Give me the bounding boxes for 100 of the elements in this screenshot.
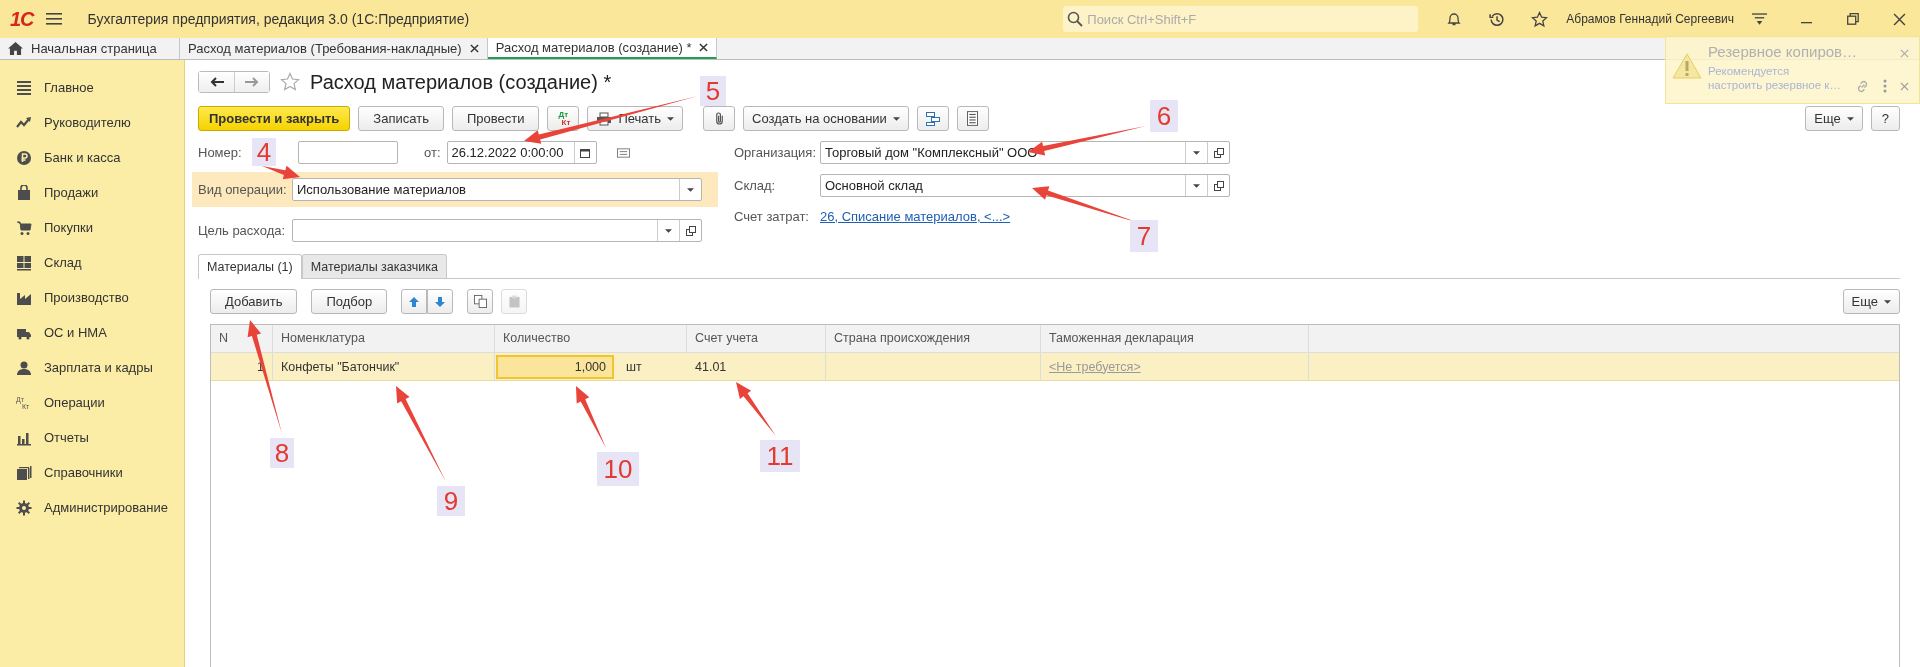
annotation-number: 5 <box>700 76 726 106</box>
move-down-button[interactable] <box>427 289 454 314</box>
field-label: Номер: <box>198 145 243 160</box>
star-icon[interactable] <box>1531 10 1549 28</box>
open-window-icon <box>685 225 696 236</box>
more-vertical-icon[interactable] <box>1883 79 1887 93</box>
caret-icon <box>1846 116 1854 121</box>
tab[interactable]: Начальная страница <box>0 38 180 59</box>
annotation-number: 11 <box>760 440 800 472</box>
sidebar-item[interactable]: Справочники <box>0 455 184 490</box>
field-label: Вид операции: <box>198 182 286 197</box>
cart-icon <box>16 219 32 236</box>
open-window-icon <box>1213 147 1224 158</box>
calendar-icon <box>580 147 590 158</box>
table-cell: Конфеты "Батончик" <box>273 353 495 380</box>
account-link[interactable]: 26, Списание материалов, <...> <box>820 208 1011 224</box>
combo-field[interactable] <box>292 219 702 242</box>
arrow <box>576 386 606 448</box>
annotation-number: 10 <box>597 452 639 486</box>
table-row[interactable]: 1 Конфеты "Батончик" 1,000 шт 41.01 <Не требуется> <box>211 353 1899 381</box>
back-arrow-icon[interactable] <box>209 77 224 87</box>
star-icon[interactable] <box>280 72 300 92</box>
date-field[interactable]: 26.12.2022 0:00:00 <box>446 141 597 164</box>
sidebar-item[interactable]: Зарплата и кадры <box>0 350 184 385</box>
warning-icon <box>1672 53 1702 79</box>
sidebar-item[interactable]: Главное <box>0 70 184 105</box>
tab[interactable]: Расход материалов (создание) * <box>487 38 718 59</box>
close-icon[interactable] <box>699 43 709 52</box>
primary-button[interactable]: Провести и закрыть <box>198 106 351 131</box>
close-icon[interactable] <box>469 44 479 53</box>
user-name[interactable]: Абрамов Геннадий Сергеевич <box>1566 12 1734 26</box>
sidebar-item[interactable]: Склад <box>0 245 184 280</box>
sidebar-item[interactable]: ОС и НМА <box>0 315 184 350</box>
caret-icon <box>665 228 672 233</box>
pick-button[interactable]: Подбор <box>311 289 388 314</box>
combo-field[interactable]: Использование материалов <box>292 178 702 201</box>
help-button[interactable]: ? <box>1870 106 1900 131</box>
combo-field[interactable]: Основной склад <box>820 174 1230 197</box>
column-header[interactable]: Счет учета <box>687 325 826 352</box>
grid-icon <box>16 254 32 271</box>
field-label: Цель расхода: <box>198 223 286 238</box>
column-header[interactable]: Таможенная декларация <box>1041 325 1309 352</box>
column-header[interactable]: Номенклатура <box>273 325 495 352</box>
sidebar-item[interactable]: Банк и касса <box>0 140 184 175</box>
table-cell: 41.01 <box>687 353 826 380</box>
tab[interactable]: Материалы (1) <box>198 254 302 279</box>
field-label: Склад: <box>734 178 777 193</box>
history-icon[interactable] <box>1488 10 1506 28</box>
app-logo[interactable]: 1С <box>10 7 34 31</box>
sidebar-item[interactable]: Покупки <box>0 210 184 245</box>
copy-icon <box>473 295 487 308</box>
sidebar-item[interactable]: Отчеты <box>0 420 184 455</box>
sidebar-item[interactable]: Руководителю <box>0 105 184 140</box>
tab[interactable]: Материалы заказчика <box>301 254 447 278</box>
list-icon <box>16 79 32 96</box>
ruble-icon <box>16 149 32 166</box>
copy-button[interactable] <box>467 289 494 314</box>
form-title: Расход материалов (создание) * <box>310 70 612 94</box>
down-arrow-icon <box>435 296 446 307</box>
funnel-menu-icon[interactable] <box>1752 12 1767 26</box>
report-button[interactable] <box>956 106 989 131</box>
structure-button[interactable] <box>916 106 949 131</box>
column-header[interactable]: Страна происхождения <box>826 325 1041 352</box>
add-button[interactable]: Добавить <box>210 289 298 314</box>
document-icon <box>967 111 979 126</box>
field-label: Организация: <box>734 145 814 160</box>
forward-arrow-icon[interactable] <box>245 77 259 87</box>
more-button[interactable]: Еще <box>1805 106 1863 131</box>
caret-icon <box>1193 150 1200 155</box>
annotation-number: 6 <box>1150 100 1178 132</box>
print-button[interactable]: Печать <box>587 106 683 131</box>
home-icon <box>8 42 23 55</box>
comment-icon[interactable] <box>616 147 630 158</box>
debit-credit-button[interactable]: Дт Кт <box>547 106 580 131</box>
create-based-on-button[interactable]: Создать на основании <box>743 106 909 131</box>
number-field[interactable] <box>298 141 398 164</box>
sidebar-item[interactable]: Продажи <box>0 175 184 210</box>
restore-icon[interactable] <box>1847 13 1859 25</box>
field-label: от: <box>424 145 441 160</box>
sidebar-item[interactable]: Администрирование <box>0 490 184 525</box>
column-header[interactable]: Количество <box>495 325 687 352</box>
menu-icon[interactable] <box>45 12 62 26</box>
quantity-field[interactable]: 1,000 <box>496 354 614 379</box>
move-up-button[interactable] <box>401 289 428 314</box>
bell-icon[interactable] <box>1446 11 1463 27</box>
notification-title: Резервное копиров… <box>1708 43 1858 60</box>
attach-button[interactable] <box>703 106 735 131</box>
search-icon <box>1067 11 1084 27</box>
more-button[interactable]: Еще <box>1842 289 1900 314</box>
tab[interactable]: Расход материалов (Требования-накладные) <box>180 38 488 59</box>
toolbar-button[interactable]: Записать <box>358 106 444 131</box>
books-icon <box>16 464 32 481</box>
annotation-number: 4 <box>252 138 276 166</box>
sidebar-item[interactable]: Производство <box>0 280 184 315</box>
close-icon[interactable] <box>1893 12 1906 26</box>
caret-icon <box>687 187 694 192</box>
arrow <box>262 165 300 180</box>
up-arrow-icon <box>409 296 420 307</box>
person-icon <box>16 359 32 376</box>
toolbar-button[interactable]: Провести <box>451 106 540 131</box>
